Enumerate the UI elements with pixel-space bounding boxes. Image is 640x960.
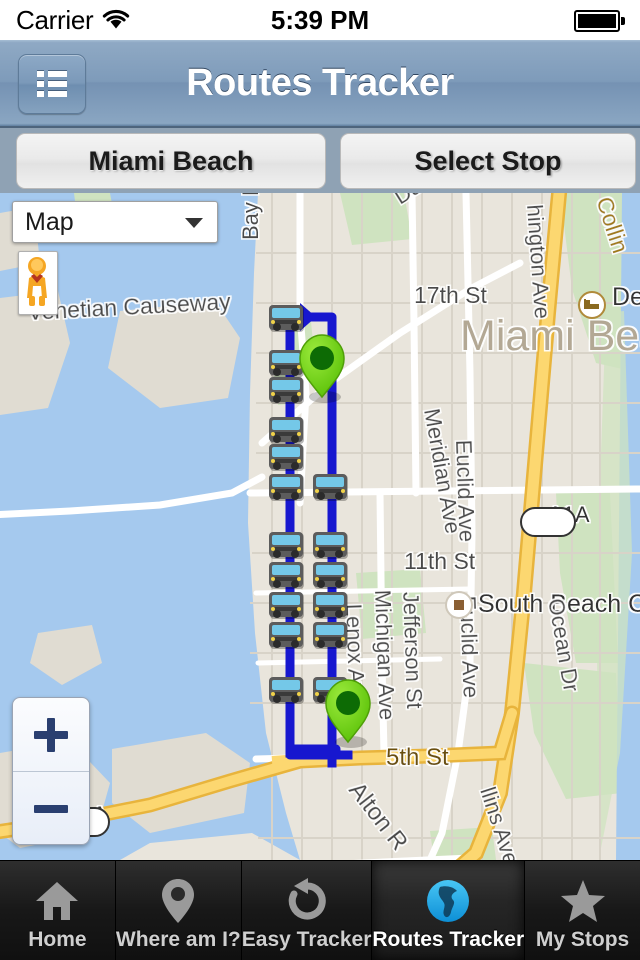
map-type-selector[interactable]: Map [12,201,218,243]
bus-marker[interactable] [269,622,304,649]
tab-routes-tracker[interactable]: Routes Tracker [372,861,526,960]
street-view-pegman-icon[interactable] [18,251,58,315]
map-label: Jefferson St [398,591,427,709]
map-label: Miami Bea [460,312,640,360]
stop-select-button[interactable]: Select Stop [340,133,636,189]
bus-marker[interactable] [269,350,304,377]
refresh-arrow-icon [284,876,330,926]
map-canvas: Bay RdDadehington AveCollinVenetian Caus… [0,193,640,860]
chevron-down-icon [185,218,203,228]
tab-where-am-i[interactable]: Where am I? [116,861,242,960]
zoom-in-button[interactable] [13,698,89,771]
bus-marker[interactable] [313,562,348,589]
bus-marker[interactable] [269,474,304,501]
tab-home[interactable]: Home [0,861,116,960]
bus-marker[interactable] [269,305,304,332]
bus-marker[interactable] [269,532,304,559]
bus-marker[interactable] [269,444,304,471]
bus-marker[interactable] [269,592,304,619]
minus-icon [34,792,68,826]
map-label: Euclid Ave [451,439,480,542]
bus-marker[interactable] [313,592,348,619]
tab-easy-tracker-label: Easy Tracker [241,928,372,951]
tab-easy-tracker[interactable]: Easy Tracker [242,861,373,960]
map-label: Bay Rd [238,193,263,240]
tab-routes-tracker-label: Routes Tracker [372,928,525,951]
tab-bar: Home Where am I? Easy Tracker Routes Tra… [0,860,640,960]
route-shield-a1a-upper [520,507,576,537]
zoom-out-button[interactable] [13,772,89,844]
bus-marker[interactable] [313,474,348,501]
map-type-value: Map [25,207,74,236]
clock-label: 5:39 PM [270,4,370,35]
tab-my-stops[interactable]: My Stops [525,861,640,960]
map-label: 11th St [404,548,476,574]
hotel-poi-icon [578,291,606,319]
status-bar: Carrier 5:39 PM [0,0,640,40]
star-icon [559,876,607,926]
bus-marker[interactable] [269,377,304,404]
bus-marker[interactable] [269,562,304,589]
map-label: De [612,283,640,311]
map-label: Michigan Ave [370,589,400,720]
nav-bar: Routes Tracker [0,40,640,128]
zoom-controls[interactable] [12,697,90,845]
app-root: Carrier 5:39 PM Routes Tracker Miami Bea… [0,0,640,960]
bus-marker[interactable] [313,532,348,559]
page-title: Routes Tracker [186,61,454,104]
tab-home-label: Home [28,928,87,951]
map-view[interactable]: Bay RdDadehington AveCollinVenetian Caus… [0,193,640,860]
bus-marker[interactable] [269,677,304,704]
globe-icon [424,876,472,926]
filter-bar: Miami Beach Select Stop [0,128,640,193]
map-label: 17th St [414,282,487,308]
route-select-button[interactable]: Miami Beach [16,133,326,189]
location-pin-icon [160,876,196,926]
battery-full-icon [574,10,626,32]
bus-marker[interactable] [313,622,348,649]
tab-my-stops-label: My Stops [535,928,630,951]
map-label: 5th St [386,744,449,771]
tab-where-am-i-label: Where am I? [115,928,241,951]
community-poi-icon [445,591,473,619]
home-icon [34,876,80,926]
bus-marker[interactable] [269,417,304,444]
plus-icon [34,717,68,752]
